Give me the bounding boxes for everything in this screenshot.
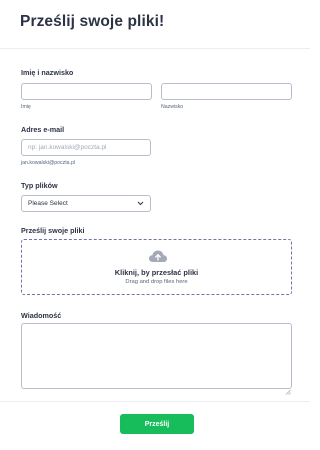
- cloud-upload-icon: [148, 249, 168, 268]
- file-type-label: Typ plików: [21, 181, 58, 190]
- first-name-sublabel: Imię: [21, 104, 31, 110]
- message-textarea[interactable]: [21, 323, 292, 389]
- footer-divider: [0, 401, 310, 402]
- name-label: Imię i nazwisko: [21, 68, 74, 77]
- dropzone-subtitle: Drag and drop files here: [125, 279, 188, 285]
- resize-handle-icon[interactable]: [285, 382, 291, 400]
- file-type-selected-value: Please Select: [28, 200, 68, 207]
- dropzone-title: Kliknij, by przesłać pliki: [114, 268, 199, 277]
- header-divider: [0, 48, 310, 49]
- file-dropzone[interactable]: Kliknij, by przesłać pliki Drag and drop…: [21, 239, 292, 295]
- message-label: Wiadomość: [21, 311, 62, 320]
- form-title: Prześlij swoje pliki!: [20, 13, 165, 30]
- submit-button[interactable]: Prześlij: [120, 414, 194, 434]
- email-input[interactable]: [21, 139, 151, 156]
- email-label: Adres e-mail: [21, 125, 65, 134]
- last-name-input[interactable]: [161, 83, 292, 100]
- first-name-input[interactable]: [21, 83, 152, 100]
- upload-label: Prześlij swoje pliki: [21, 226, 85, 235]
- last-name-sublabel: Nazwisko: [161, 104, 184, 110]
- email-sublabel: jan.kowalski@poczta.pl: [21, 160, 75, 166]
- file-type-select[interactable]: Please Select: [21, 195, 151, 212]
- chevron-down-icon: [137, 201, 144, 206]
